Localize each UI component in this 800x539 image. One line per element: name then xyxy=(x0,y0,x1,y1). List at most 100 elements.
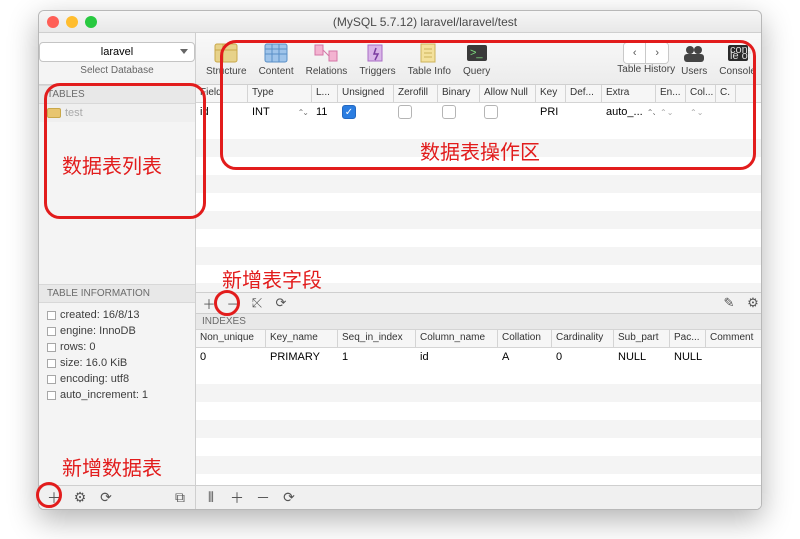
col-header[interactable]: Collation xyxy=(498,330,552,347)
info-row: encoding: utf8 xyxy=(47,371,187,387)
index-row[interactable]: 0 PRIMARY 1 id A 0 NULL NULL xyxy=(196,348,762,366)
field-default-cell[interactable] xyxy=(566,111,602,113)
field-key-cell[interactable]: PRI xyxy=(536,105,566,119)
fields-body: id INT 11 ✓ PRI auto_... ⌃⌄ ⌃⌄ xyxy=(196,103,762,121)
content-icon xyxy=(263,40,289,66)
add-field-button[interactable]: ＋ xyxy=(200,294,218,312)
col-header[interactable]: Allow Null xyxy=(480,85,536,102)
col-header[interactable]: Seq_in_index xyxy=(338,330,416,347)
close-window-icon[interactable] xyxy=(47,16,59,28)
tab-users[interactable]: Users xyxy=(675,35,713,83)
tab-structure[interactable]: Structure xyxy=(200,35,253,83)
indexes-empty-rows xyxy=(196,366,762,485)
checkbox-checked-icon: ✓ xyxy=(342,105,356,119)
checkbox-icon xyxy=(484,105,498,119)
col-header[interactable]: Extra xyxy=(602,85,656,102)
checkbox-icon xyxy=(442,105,456,119)
refresh-tables-icon[interactable]: ⟳ xyxy=(97,489,115,507)
square-icon xyxy=(47,311,56,320)
col-header[interactable]: Binary xyxy=(438,85,480,102)
field-row[interactable]: id INT 11 ✓ PRI auto_... ⌃⌄ ⌃⌄ xyxy=(196,103,762,121)
triggers-icon xyxy=(364,40,390,66)
sidebar: laravel Select Database TABLES test TABL… xyxy=(39,33,196,509)
col-header[interactable]: L... xyxy=(312,85,338,102)
indexes-header-row: Non_unique Key_name Seq_in_index Column_… xyxy=(196,330,762,348)
table-info-header: TABLE INFORMATION xyxy=(39,284,195,303)
tab-content[interactable]: Content xyxy=(253,35,300,83)
remove-field-button[interactable]: － xyxy=(224,294,242,312)
add-index-button[interactable]: ＋ xyxy=(228,489,246,507)
database-selector-area: laravel Select Database xyxy=(39,33,195,85)
col-header[interactable]: Def... xyxy=(566,85,602,102)
tab-query[interactable]: >_ Query xyxy=(457,35,496,83)
fields-gear-icon[interactable]: ⚙ xyxy=(744,294,762,312)
col-header[interactable]: Sub_part xyxy=(614,330,670,347)
col-header[interactable]: Comment xyxy=(706,330,762,347)
square-icon xyxy=(47,391,56,400)
field-zerofill-cell[interactable] xyxy=(394,104,438,120)
col-header[interactable]: Field xyxy=(196,85,248,102)
view-mode-columns-icon[interactable]: ⦀ xyxy=(202,489,220,507)
checkbox-icon xyxy=(398,105,412,119)
fields-toolbar: ＋ － ⤪ ⟳ ✎ ⚙ xyxy=(196,292,762,314)
info-row: rows: 0 xyxy=(47,339,187,355)
zoom-window-icon[interactable] xyxy=(85,16,97,28)
field-binary-cell[interactable] xyxy=(438,104,480,120)
refresh-fields-button[interactable]: ⟳ xyxy=(272,294,290,312)
square-icon xyxy=(47,343,56,352)
col-header[interactable]: Non_unique xyxy=(196,330,266,347)
col-header[interactable]: En... xyxy=(656,85,686,102)
col-header[interactable]: Type xyxy=(248,85,312,102)
duplicate-field-button[interactable]: ⤪ xyxy=(248,294,266,312)
svg-text:>_: >_ xyxy=(470,47,483,59)
field-unsigned-cell[interactable]: ✓ xyxy=(338,104,394,120)
database-dropdown[interactable]: laravel xyxy=(39,42,195,62)
col-header[interactable]: Key_name xyxy=(266,330,338,347)
table-icon xyxy=(47,108,61,118)
indexes-header: INDEXES xyxy=(196,314,762,330)
history-back-button[interactable]: ‹ xyxy=(624,43,646,63)
field-allownull-cell[interactable] xyxy=(480,104,536,120)
square-icon xyxy=(47,327,56,336)
tab-triggers[interactable]: Triggers xyxy=(353,35,401,83)
field-comment-cell[interactable] xyxy=(716,111,736,113)
col-header[interactable]: Column_name xyxy=(416,330,498,347)
field-collation-cell[interactable]: ⌃⌄ xyxy=(686,107,716,118)
tab-relations[interactable]: Relations xyxy=(300,35,354,83)
toggle-sidebar-icon[interactable]: ⧉ xyxy=(171,489,189,507)
field-name-cell[interactable]: id xyxy=(196,105,248,119)
remove-index-button[interactable]: － xyxy=(254,489,272,507)
col-header[interactable]: Key xyxy=(536,85,566,102)
structure-editor: Field Type L... Unsigned Zerofill Binary… xyxy=(196,85,762,509)
table-list-item[interactable]: test xyxy=(39,104,195,122)
col-header[interactable]: Unsigned xyxy=(338,85,394,102)
field-length-cell[interactable]: 11 xyxy=(312,105,338,119)
titlebar: (MySQL 5.7.12) laravel/laravel/test xyxy=(39,11,761,33)
svg-text:le off: le off xyxy=(730,50,751,62)
console-icon: console off xyxy=(725,40,751,66)
add-table-button[interactable]: ＋ xyxy=(45,489,63,507)
col-header[interactable]: Cardinality xyxy=(552,330,614,347)
info-row: created: 16/8/13 xyxy=(47,307,187,323)
main-area: Structure Content Relations xyxy=(196,33,762,509)
col-header[interactable]: C. xyxy=(716,85,736,102)
indexes-area: INDEXES Non_unique Key_name Seq_in_index… xyxy=(196,314,762,485)
table-name: test xyxy=(65,107,83,119)
col-header[interactable]: Col... xyxy=(686,85,716,102)
fields-empty-rows xyxy=(196,121,762,292)
field-encoding-cell[interactable]: ⌃⌄ xyxy=(656,107,686,118)
tab-console[interactable]: console off Console xyxy=(713,35,762,83)
tab-table-info[interactable]: Table Info xyxy=(402,35,457,83)
sidebar-bottom-toolbar: ＋ ⚙ ⟳ ⧉ xyxy=(39,485,195,509)
history-forward-button[interactable]: › xyxy=(646,43,668,63)
col-header[interactable]: Pac... xyxy=(670,330,706,347)
minimize-window-icon[interactable] xyxy=(66,16,78,28)
refresh-indexes-button[interactable]: ⟳ xyxy=(280,489,298,507)
field-extra-cell[interactable]: auto_... xyxy=(602,105,656,119)
col-header[interactable]: Zerofill xyxy=(394,85,438,102)
table-history-nav: ‹ › xyxy=(623,42,669,64)
table-info-icon xyxy=(416,40,442,66)
table-actions-gear-icon[interactable]: ⚙ xyxy=(71,489,89,507)
edit-button[interactable]: ✎ xyxy=(720,294,738,312)
field-type-cell[interactable]: INT xyxy=(248,105,312,119)
